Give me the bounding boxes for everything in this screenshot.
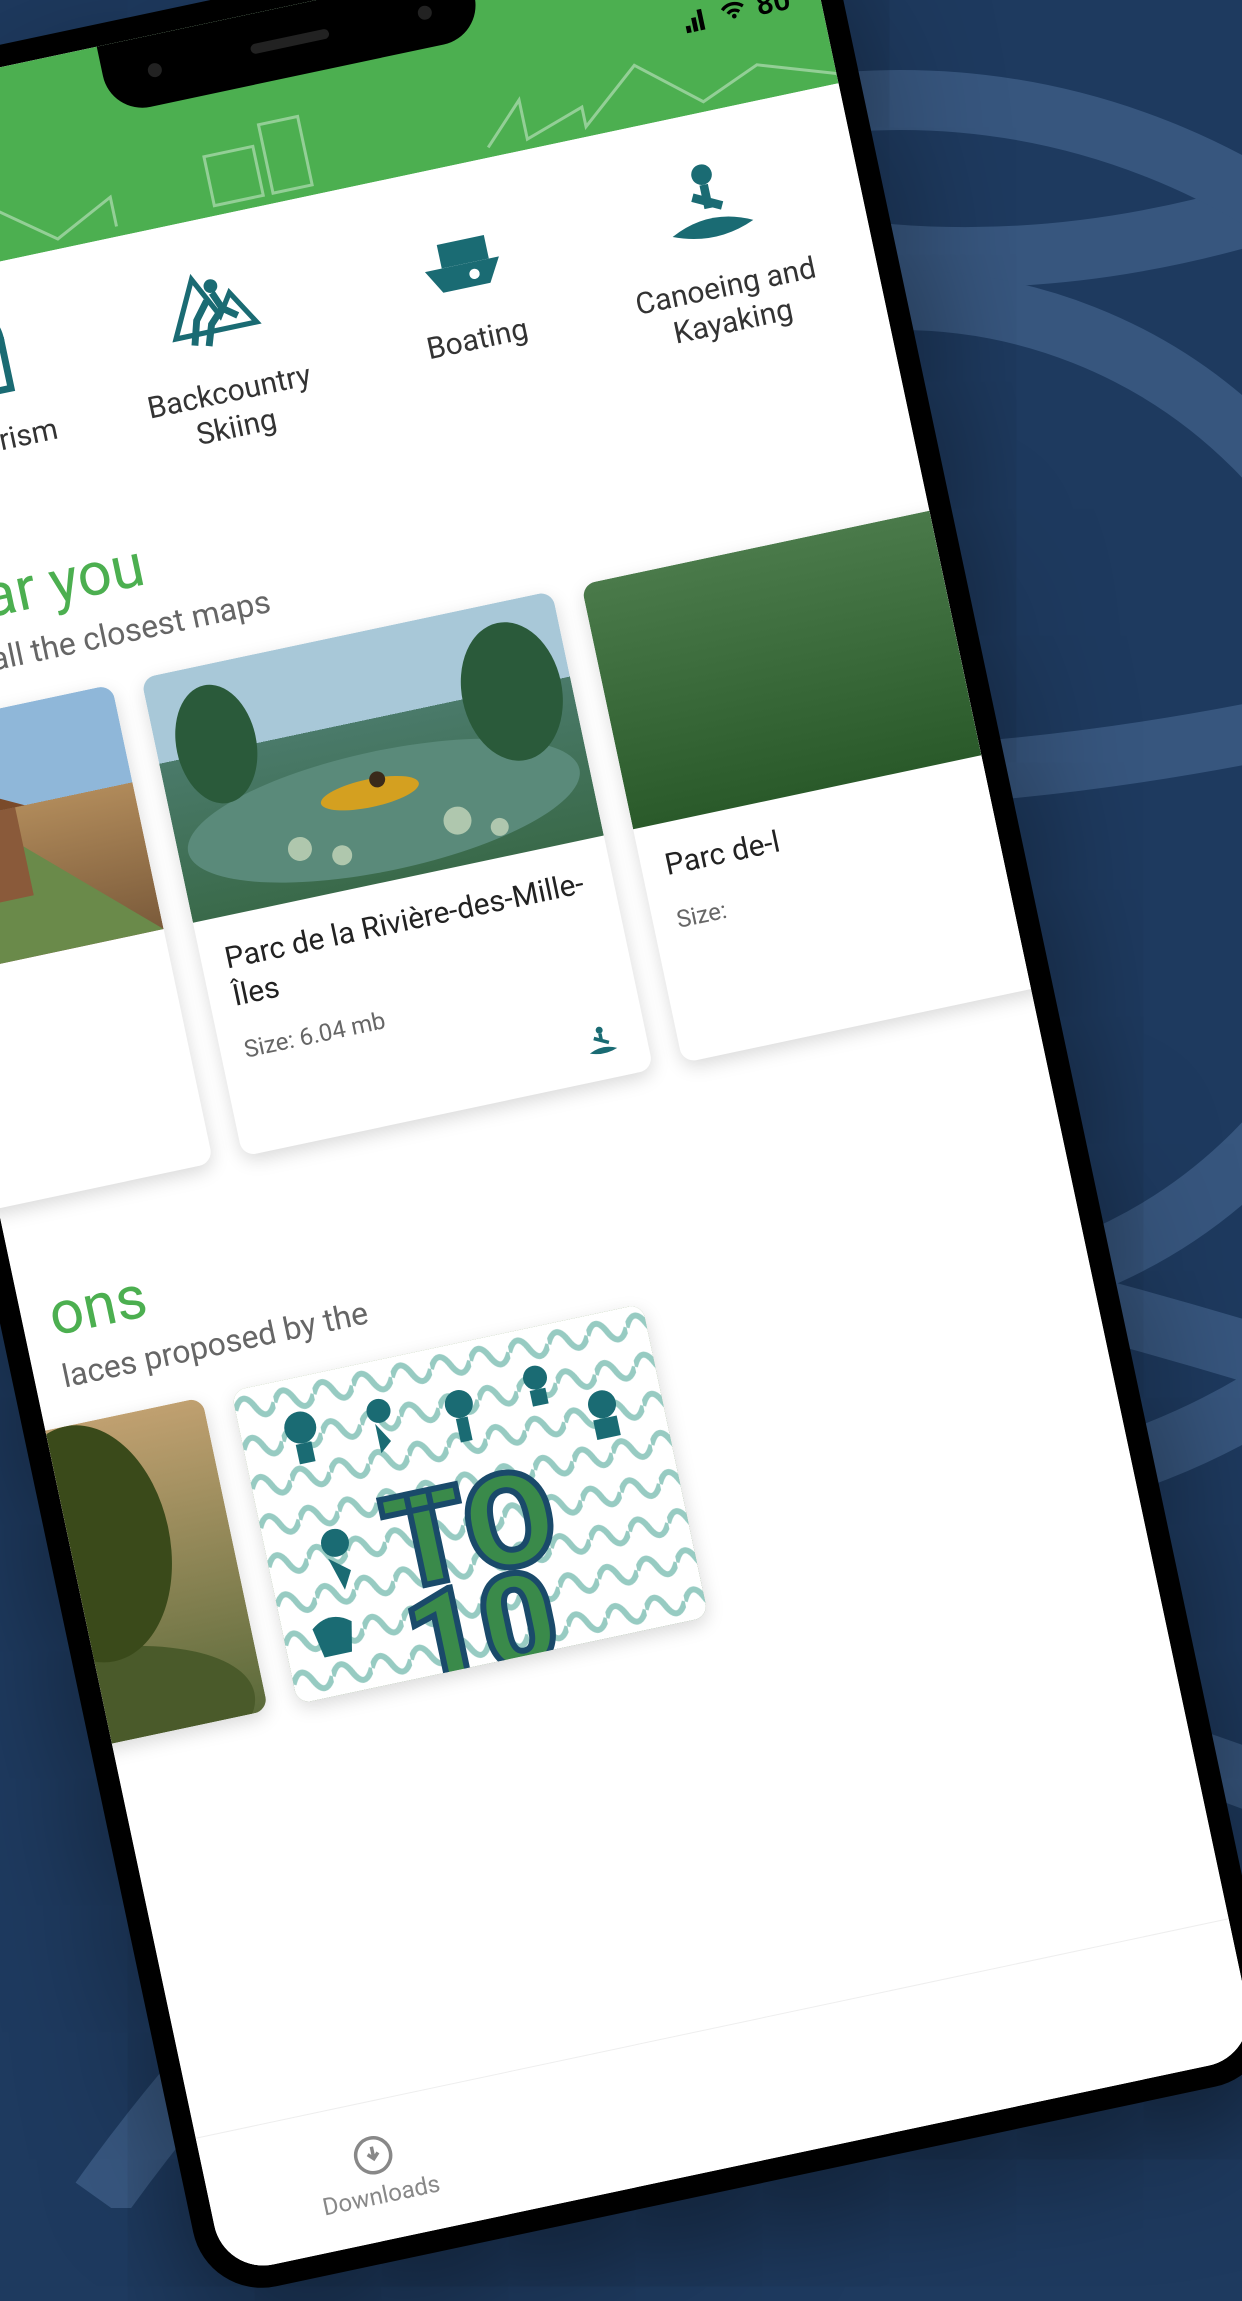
map-card[interactable]: Parc de la Rivière-des-Mille-Îles Size: … <box>141 591 653 1157</box>
category-label: Agritourism <box>0 412 61 480</box>
download-icon <box>348 2130 398 2180</box>
category-label: Boating <box>424 312 532 369</box>
category-backcountry-skiing[interactable]: Backcountry Skiing <box>80 225 360 471</box>
category-canoe-kayak[interactable]: Canoeing and Kayaking <box>576 119 856 365</box>
category-boating[interactable]: Boating <box>328 172 608 418</box>
canoe-icon <box>642 133 772 263</box>
storefront-icon <box>0 291 27 421</box>
map-card-size <box>0 1016 158 1093</box>
boat-icon <box>393 186 523 316</box>
kayak-icon <box>576 1016 626 1066</box>
svg-text:10: 10 <box>392 1539 571 1704</box>
nav-downloads[interactable]: Downloads <box>310 2122 442 2221</box>
skier-icon <box>145 238 275 368</box>
bottom-nav: Downloads <box>196 1918 1242 2274</box>
map-card-title: du Cap-s <box>0 958 153 1072</box>
nav-label: Downloads <box>320 2169 442 2221</box>
